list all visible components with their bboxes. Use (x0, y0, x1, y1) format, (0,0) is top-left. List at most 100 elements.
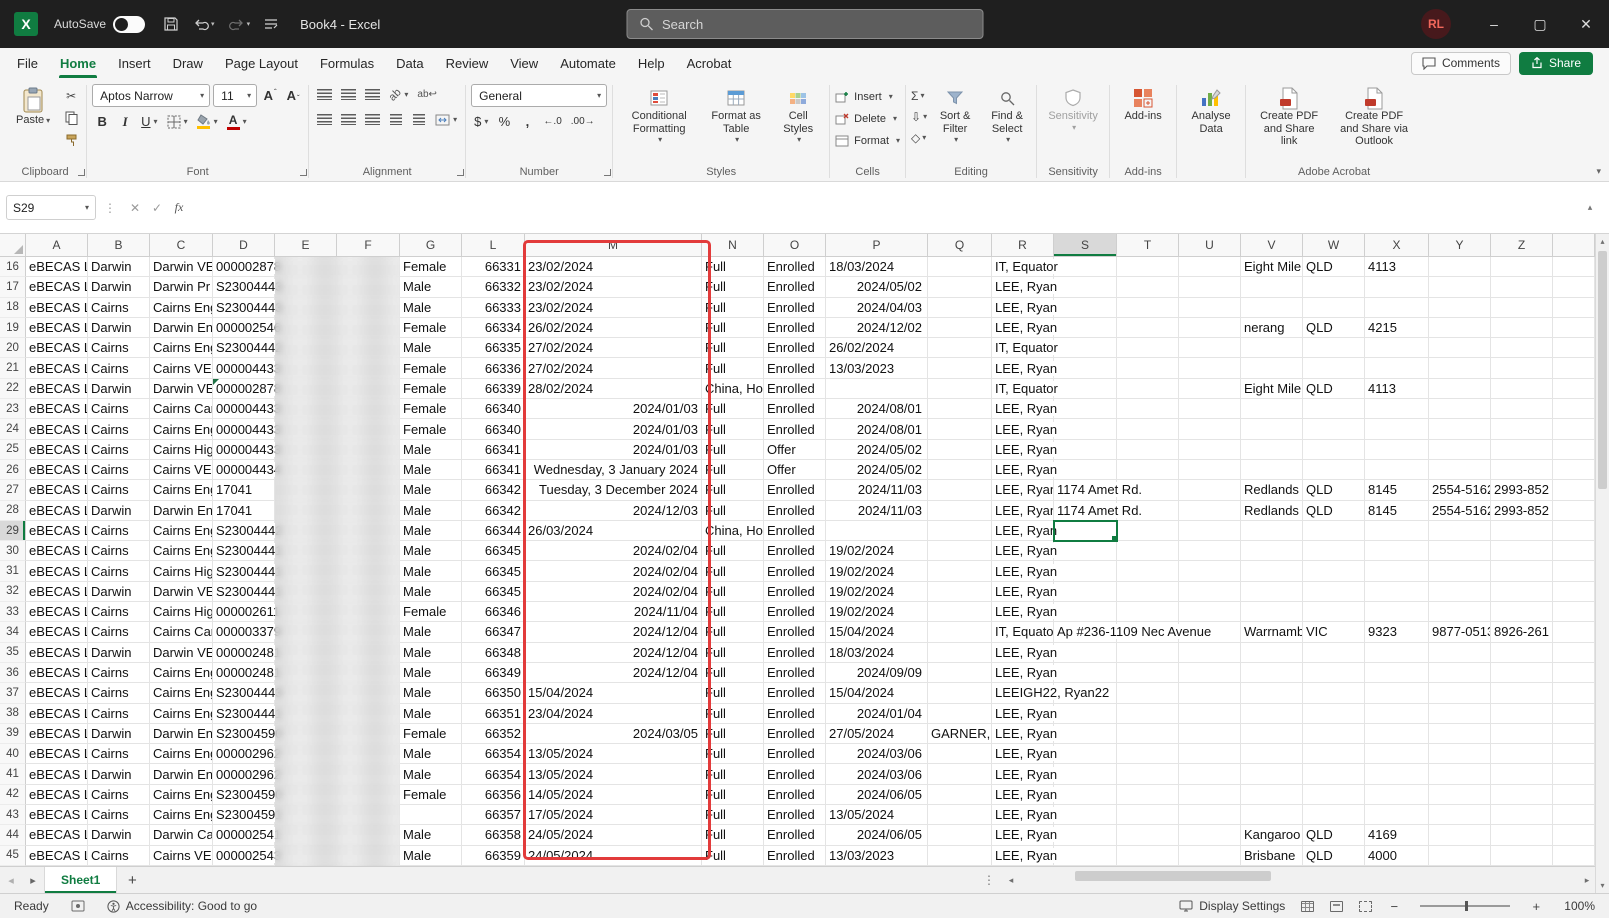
cell-Z23[interactable] (1491, 399, 1553, 419)
cell-Q21[interactable] (928, 358, 992, 378)
cell-W21[interactable] (1303, 358, 1365, 378)
cell-L25[interactable]: 66341 (462, 440, 525, 460)
cell-D20[interactable]: S23004442 (213, 338, 275, 358)
cell-R29[interactable]: LEE, Ryan (992, 521, 1054, 541)
comments-button[interactable]: Comments (1411, 52, 1511, 75)
cell-AA18[interactable] (1553, 298, 1595, 318)
cell-C24[interactable]: Cairns Eng (150, 419, 213, 439)
cell-X30[interactable] (1365, 541, 1429, 561)
cell-W20[interactable] (1303, 338, 1365, 358)
cell-B23[interactable]: Cairns (88, 399, 150, 419)
cell-G20[interactable]: Male (400, 338, 462, 358)
cell-Y23[interactable] (1429, 399, 1491, 419)
cell-O43[interactable]: Enrolled (764, 805, 826, 825)
cell-S27[interactable]: 1174 Amet Rd. (1054, 480, 1117, 500)
cell-M22[interactable]: 28/02/2024 (525, 379, 702, 399)
column-header-V[interactable]: V (1241, 234, 1303, 257)
macro-record-button[interactable] (71, 900, 85, 912)
cell-X25[interactable] (1365, 440, 1429, 460)
cell-E28[interactable] (275, 501, 337, 521)
scroll-right-icon[interactable]: ▸ (1579, 875, 1595, 886)
cell-Y36[interactable] (1429, 663, 1491, 683)
cell-E27[interactable] (275, 480, 337, 500)
format-painter-button[interactable] (61, 131, 81, 149)
cell-T25[interactable] (1117, 440, 1179, 460)
cell-Z43[interactable] (1491, 805, 1553, 825)
cell-Y16[interactable] (1429, 257, 1491, 277)
cell-S42[interactable] (1054, 785, 1117, 805)
cell-D38[interactable]: S23004441 (213, 704, 275, 724)
cell-A40[interactable]: eBECAS La (26, 744, 88, 764)
cell-N31[interactable]: Full (702, 561, 764, 581)
cell-M40[interactable]: 13/05/2024 (525, 744, 702, 764)
cell-W42[interactable] (1303, 785, 1365, 805)
horizontal-scrollbar[interactable]: ◂ ▸ (1003, 867, 1595, 893)
cell-Z37[interactable] (1491, 683, 1553, 703)
cell-A25[interactable]: eBECAS La (26, 440, 88, 460)
cell-T36[interactable] (1117, 663, 1179, 683)
scroll-down-icon[interactable]: ▾ (1596, 878, 1609, 893)
cell-X35[interactable] (1365, 643, 1429, 663)
cell-S39[interactable] (1054, 724, 1117, 744)
cell-Y20[interactable] (1429, 338, 1491, 358)
cell-Z19[interactable] (1491, 318, 1553, 338)
column-header-L[interactable]: L (462, 234, 525, 257)
zoom-level[interactable]: 100% (1564, 899, 1595, 913)
cell-G26[interactable]: Male (400, 460, 462, 480)
cell-N25[interactable]: Full (702, 440, 764, 460)
cut-button[interactable]: ✂ (61, 87, 81, 105)
cell-L35[interactable]: 66348 (462, 643, 525, 663)
row-header-42[interactable]: 42 (0, 785, 26, 805)
cell-R21[interactable]: LEE, Ryan (992, 358, 1054, 378)
zoom-out-button[interactable]: − (1388, 899, 1400, 914)
cell-A31[interactable]: eBECAS La (26, 561, 88, 581)
cell-D39[interactable]: S23004590 (213, 724, 275, 744)
cell-A35[interactable]: eBECAS La (26, 643, 88, 663)
cell-D18[interactable]: S23004443 (213, 298, 275, 318)
cell-E36[interactable] (275, 663, 337, 683)
cell-U45[interactable] (1179, 846, 1241, 866)
cell-U20[interactable] (1179, 338, 1241, 358)
cell-A43[interactable]: eBECAS La (26, 805, 88, 825)
cell-X31[interactable] (1365, 561, 1429, 581)
cell-Y17[interactable] (1429, 277, 1491, 297)
cell-W24[interactable] (1303, 419, 1365, 439)
cell-AA31[interactable] (1553, 561, 1595, 581)
cell-R28[interactable]: LEE, Ryan (992, 501, 1054, 521)
percent-style-button[interactable]: % (494, 111, 514, 132)
cell-Z41[interactable] (1491, 764, 1553, 784)
cell-V24[interactable] (1241, 419, 1303, 439)
column-header-R[interactable]: R (992, 234, 1054, 257)
cell-B33[interactable]: Cairns (88, 602, 150, 622)
cell-V44[interactable]: Kangaroo (1241, 825, 1303, 845)
cell-B27[interactable]: Cairns (88, 480, 150, 500)
column-header-T[interactable]: T (1117, 234, 1179, 257)
cell-Q32[interactable] (928, 582, 992, 602)
cell-C42[interactable]: Cairns Eng (150, 785, 213, 805)
menu-tab-insert[interactable]: Insert (107, 48, 162, 78)
cell-D40[interactable]: 000002962 (213, 744, 275, 764)
accessibility-status[interactable]: Accessibility: Good to go (107, 899, 257, 913)
row-header-37[interactable]: 37 (0, 683, 26, 703)
cell-A29[interactable]: eBECAS La (26, 521, 88, 541)
cell-A28[interactable]: eBECAS La (26, 501, 88, 521)
cell-D25[interactable]: 000004433 (213, 440, 275, 460)
cell-O37[interactable]: Enrolled (764, 683, 826, 703)
cell-P30[interactable]: 19/02/2024 (826, 541, 928, 561)
cell-B44[interactable]: Darwin (88, 825, 150, 845)
menu-tab-review[interactable]: Review (435, 48, 500, 78)
cell-V19[interactable]: nerang (1241, 318, 1303, 338)
cell-F42[interactable] (337, 785, 400, 805)
cell-V36[interactable] (1241, 663, 1303, 683)
cell-B25[interactable]: Cairns (88, 440, 150, 460)
cell-U44[interactable] (1179, 825, 1241, 845)
column-header-W[interactable]: W (1303, 234, 1365, 257)
increase-decimal-button[interactable]: ←.0 (540, 111, 564, 132)
cell-R27[interactable]: LEE, Ryan (992, 480, 1054, 500)
cell-M20[interactable]: 27/02/2024 (525, 338, 702, 358)
cell-T18[interactable] (1117, 298, 1179, 318)
cell-Q34[interactable] (928, 622, 992, 642)
save-button[interactable] (163, 16, 179, 32)
cell-D27[interactable]: 17041 (213, 480, 275, 500)
cell-O24[interactable]: Enrolled (764, 419, 826, 439)
